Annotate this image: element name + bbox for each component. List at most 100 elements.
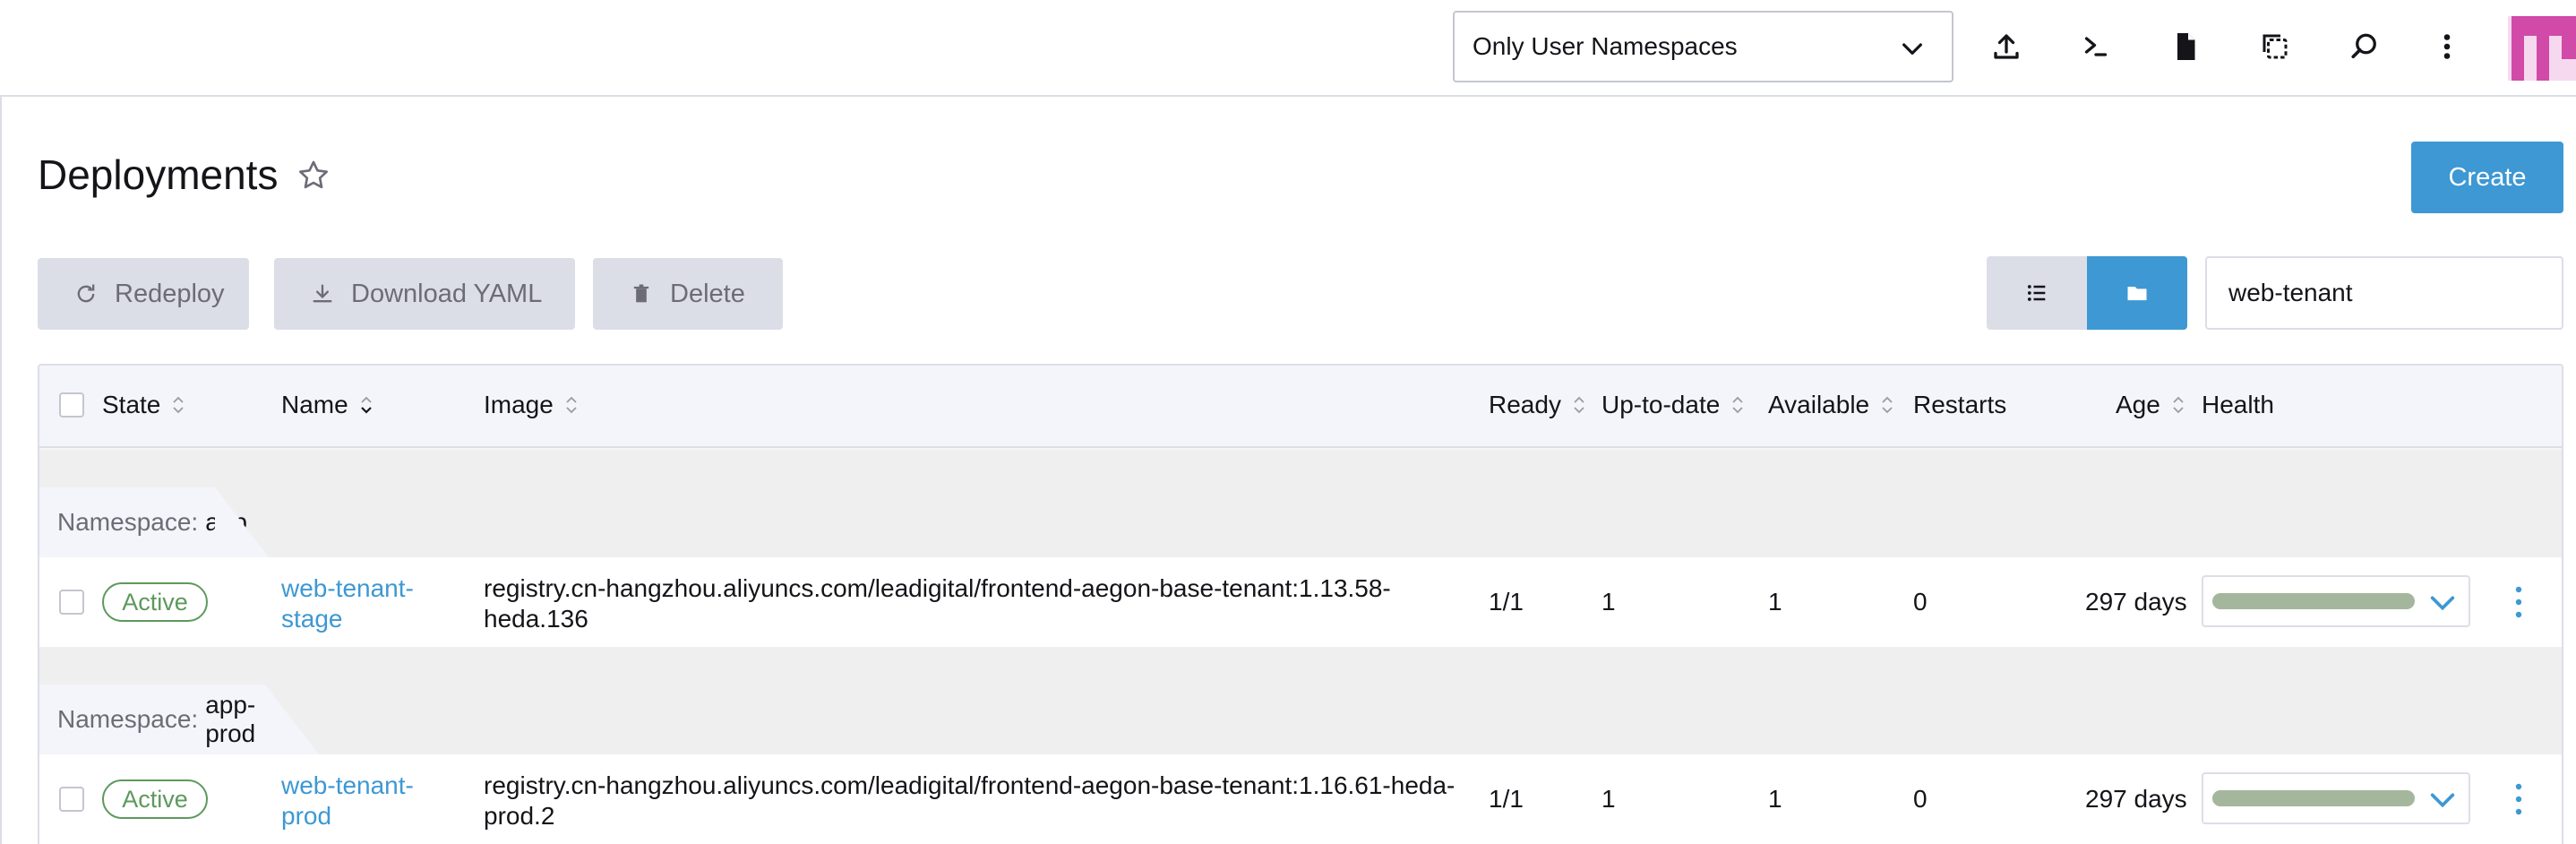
namespace-group-header: Namespace: app-prod (39, 647, 2562, 754)
page-title: Deployments (38, 151, 279, 198)
avatar-icon (2508, 16, 2576, 81)
list-icon (2027, 285, 2046, 301)
deployment-name-line-1: web-tenant- (281, 771, 414, 799)
table-row: Active web-tenant-prod registry.cn-hangz… (39, 754, 2562, 844)
image-line-2: heda.136 (484, 605, 588, 633)
namespace-group-name: app (205, 508, 247, 536)
sort-icon (566, 396, 577, 414)
resource-search-button[interactable] (2336, 18, 2393, 75)
column-health-label: Health (2202, 391, 2274, 418)
delete-label: Delete (670, 279, 745, 308)
deployment-name-line-1: web-tenant- (281, 574, 414, 602)
column-health: Health (2202, 391, 2274, 419)
chevron-down-icon (2430, 793, 2455, 808)
column-age-label: Age (2116, 391, 2160, 418)
available-value: 1 (1768, 588, 1782, 616)
ready-value: 1/1 (1489, 785, 1524, 813)
namespace-group-name: app-prod (205, 691, 256, 747)
refresh-icon (77, 284, 95, 303)
age-value: 297 days (2085, 588, 2187, 616)
ready-value: 1/1 (1489, 588, 1524, 616)
column-available[interactable]: Available (1768, 391, 1896, 419)
column-image-label: Image (484, 391, 554, 418)
trash-icon (633, 284, 649, 303)
folder-icon (2127, 287, 2147, 301)
health-dropdown[interactable] (2202, 575, 2470, 627)
filter-search-input[interactable] (2205, 256, 2563, 330)
group-by-namespace-button[interactable] (2087, 256, 2187, 330)
namespace-group-header: Namespace: app (39, 450, 2562, 557)
health-dropdown[interactable] (2202, 772, 2470, 824)
sort-icon (1732, 396, 1743, 414)
row-checkbox[interactable] (59, 787, 84, 812)
chevron-down-icon (2430, 596, 2455, 611)
group-by-toggle (1987, 256, 2187, 330)
image-cell: registry.cn-hangzhou.aliyuncs.com/leadig… (484, 771, 1478, 831)
column-up-to-date[interactable]: Up-to-date (1601, 391, 1747, 419)
main-left-border (0, 97, 2, 844)
health-bar (2212, 593, 2415, 609)
deployment-name-line-2: stage (281, 605, 343, 633)
column-image[interactable]: Image (484, 391, 580, 419)
flat-list-view-button[interactable] (1987, 256, 2087, 330)
sort-descending-icon (360, 396, 372, 414)
user-avatar[interactable] (2508, 16, 2576, 81)
copy-config-icon (2263, 34, 2288, 59)
table-row: Active web-tenant-stage registry.cn-hang… (39, 557, 2562, 647)
up-to-date-value: 1 (1601, 785, 1616, 813)
select-all-checkbox[interactable] (59, 392, 84, 418)
deployment-name-link[interactable]: web-tenant-prod (281, 771, 460, 831)
column-available-label: Available (1768, 391, 1870, 418)
namespace-filter-select[interactable]: Only User Namespaces (1453, 11, 1953, 82)
more-vertical-icon (2443, 34, 2451, 59)
row-checkbox[interactable] (59, 590, 84, 615)
status-badge: Active (102, 779, 208, 819)
image-line-2: prod.2 (484, 802, 555, 830)
namespace-group-label: Namespace: (57, 705, 199, 733)
column-up-to-date-label: Up-to-date (1601, 391, 1721, 418)
download-yaml-label: Download YAML (351, 279, 543, 308)
table-header: State Name Image Ready Up-to-date Availa… (39, 366, 2562, 448)
column-state-label: State (102, 391, 161, 418)
restarts-value: 0 (1913, 588, 1928, 616)
search-icon (2351, 33, 2376, 59)
sort-icon (173, 396, 185, 414)
column-state[interactable]: State (102, 391, 187, 419)
deployment-name-line-2: prod (281, 802, 332, 830)
terminal-icon (2084, 37, 2108, 56)
copy-kubeconfig-button[interactable] (2246, 18, 2304, 75)
create-button[interactable]: Create (2411, 142, 2563, 213)
more-actions-button[interactable] (2418, 18, 2476, 75)
column-age[interactable]: Age (2116, 391, 2187, 419)
restarts-value: 0 (1913, 785, 1928, 813)
download-icon (313, 284, 332, 303)
image-cell: registry.cn-hangzhou.aliyuncs.com/leadig… (484, 573, 1478, 634)
redeploy-label: Redeploy (115, 279, 225, 308)
column-restarts-label: Restarts (1913, 391, 2007, 418)
import-yaml-button[interactable] (1978, 18, 2035, 75)
download-yaml-button[interactable]: Download YAML (274, 258, 575, 330)
kubectl-shell-button[interactable] (2067, 18, 2125, 75)
download-kubeconfig-button[interactable] (2157, 18, 2214, 75)
sort-icon (1882, 396, 1893, 414)
available-value: 1 (1768, 785, 1782, 813)
column-restarts: Restarts (1913, 391, 2006, 419)
age-value: 297 days (2085, 785, 2187, 813)
redeploy-button[interactable]: Redeploy (38, 258, 249, 330)
column-name-label: Name (281, 391, 348, 418)
column-name[interactable]: Name (281, 391, 375, 419)
column-ready[interactable]: Ready (1489, 391, 1588, 419)
deployment-name-link[interactable]: web-tenant-stage (281, 573, 460, 634)
sort-icon (2173, 396, 2184, 414)
star-icon[interactable] (296, 158, 331, 194)
namespace-group-tab: Namespace: app-prod (39, 685, 319, 754)
deployments-table: State Name Image Ready Up-to-date Availa… (38, 364, 2563, 844)
top-header: Only User Namespaces (0, 0, 2576, 97)
health-bar (2212, 790, 2415, 806)
namespace-filter-value: Only User Namespaces (1473, 32, 1738, 60)
row-actions-icon[interactable] (2513, 782, 2524, 816)
image-line-1: registry.cn-hangzhou.aliyuncs.com/leadig… (484, 574, 1391, 602)
delete-button[interactable]: Delete (593, 258, 783, 330)
row-actions-icon[interactable] (2513, 585, 2524, 619)
namespace-group-label: Namespace: (57, 508, 199, 536)
